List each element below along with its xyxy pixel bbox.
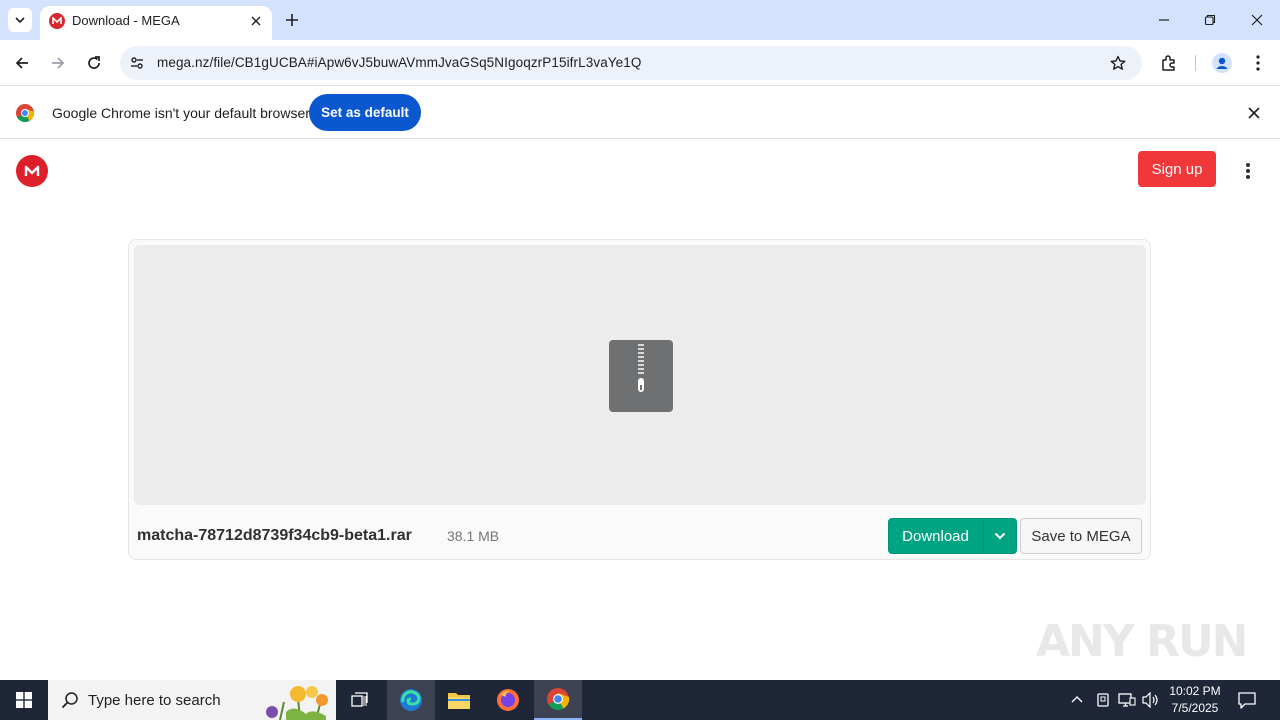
file-card: matcha-78712d8739f34cb9-beta1.rar 38.1 M… <box>128 239 1151 560</box>
close-icon[interactable] <box>246 11 266 31</box>
mega-page: Sign up matcha-78712d8739f34cb9-beta1.ra… <box>0 140 1280 680</box>
file-size: 38.1 MB <box>447 528 500 544</box>
tab-active[interactable]: Download - MEGA <box>40 6 272 40</box>
browser-toolbar: mega.nz/file/CB1gUCBA#iApw6vJ5buwAVmmJva… <box>0 40 1280 86</box>
window-close-icon[interactable] <box>1234 6 1280 34</box>
sign-up-button[interactable]: Sign up <box>1138 151 1216 187</box>
plus-icon[interactable] <box>282 10 302 30</box>
restore-icon[interactable] <box>1187 6 1233 34</box>
infobar-message: Google Chrome isn't your default browser <box>52 105 310 121</box>
tab-list-icon[interactable] <box>8 8 32 32</box>
profile-icon[interactable] <box>1210 51 1234 75</box>
toolbar-divider <box>1195 55 1196 71</box>
firefox-icon[interactable] <box>484 680 532 720</box>
archive-icon <box>609 340 673 412</box>
minimize-icon[interactable] <box>1141 6 1187 34</box>
menu-icon[interactable] <box>1246 51 1270 75</box>
url-text[interactable]: mega.nz/file/CB1gUCBA#iApw6vJ5buwAVmmJva… <box>157 55 641 71</box>
chevron-down-icon[interactable] <box>983 518 1017 554</box>
tab-strip: Download - MEGA <box>0 0 1280 40</box>
search-icon <box>61 691 79 709</box>
chrome-logo-icon <box>16 104 34 122</box>
mega-logo[interactable] <box>16 155 48 187</box>
file-name: matcha-78712d8739f34cb9-beta1.rar <box>137 527 412 544</box>
chrome-icon[interactable] <box>534 680 582 720</box>
default-browser-infobar: Google Chrome isn't your default browser… <box>0 87 1280 139</box>
task-view-icon[interactable] <box>336 680 384 720</box>
file-explorer-icon[interactable] <box>435 680 483 720</box>
file-preview <box>134 245 1146 505</box>
device-icon[interactable] <box>1095 692 1111 708</box>
more-options-icon[interactable] <box>1238 160 1258 182</box>
download-button[interactable]: Download <box>888 518 983 554</box>
edge-icon[interactable] <box>387 680 435 720</box>
extensions-icon[interactable] <box>1157 51 1181 75</box>
back-icon[interactable] <box>10 51 34 75</box>
flowers-icon <box>260 682 334 720</box>
system-clock[interactable]: 10:02 PM 7/5/2025 <box>1160 683 1230 717</box>
save-to-mega-button[interactable]: Save to MEGA <box>1020 518 1142 554</box>
reload-icon[interactable] <box>82 51 106 75</box>
address-bar[interactable]: mega.nz/file/CB1gUCBA#iApw6vJ5buwAVmmJva… <box>120 46 1142 80</box>
tab-title: Download - MEGA <box>72 13 180 28</box>
windows-icon[interactable] <box>0 680 48 720</box>
site-info-icon[interactable] <box>128 54 146 72</box>
windows-taskbar: Type here to search 10:02 PM 7/5/2025 <box>0 680 1280 720</box>
search-placeholder: Type here to search <box>88 692 221 709</box>
forward-icon[interactable] <box>46 51 70 75</box>
clock-time: 10:02 PM <box>1169 684 1221 698</box>
network-icon[interactable] <box>1118 692 1136 708</box>
tray-chevron-icon[interactable] <box>1070 693 1084 707</box>
set-as-default-button[interactable]: Set as default <box>309 94 421 131</box>
star-icon[interactable] <box>1108 53 1128 73</box>
anyrun-watermark: ANY RUN <box>1036 610 1249 674</box>
watermark-text: ANY RUN <box>1036 616 1249 667</box>
clock-date: 7/5/2025 <box>1171 701 1219 715</box>
close-icon[interactable] <box>1244 103 1264 123</box>
notification-icon[interactable] <box>1238 691 1256 709</box>
taskbar-search[interactable]: Type here to search <box>48 680 336 720</box>
volume-icon[interactable] <box>1142 692 1160 708</box>
mega-favicon-icon <box>49 13 65 29</box>
